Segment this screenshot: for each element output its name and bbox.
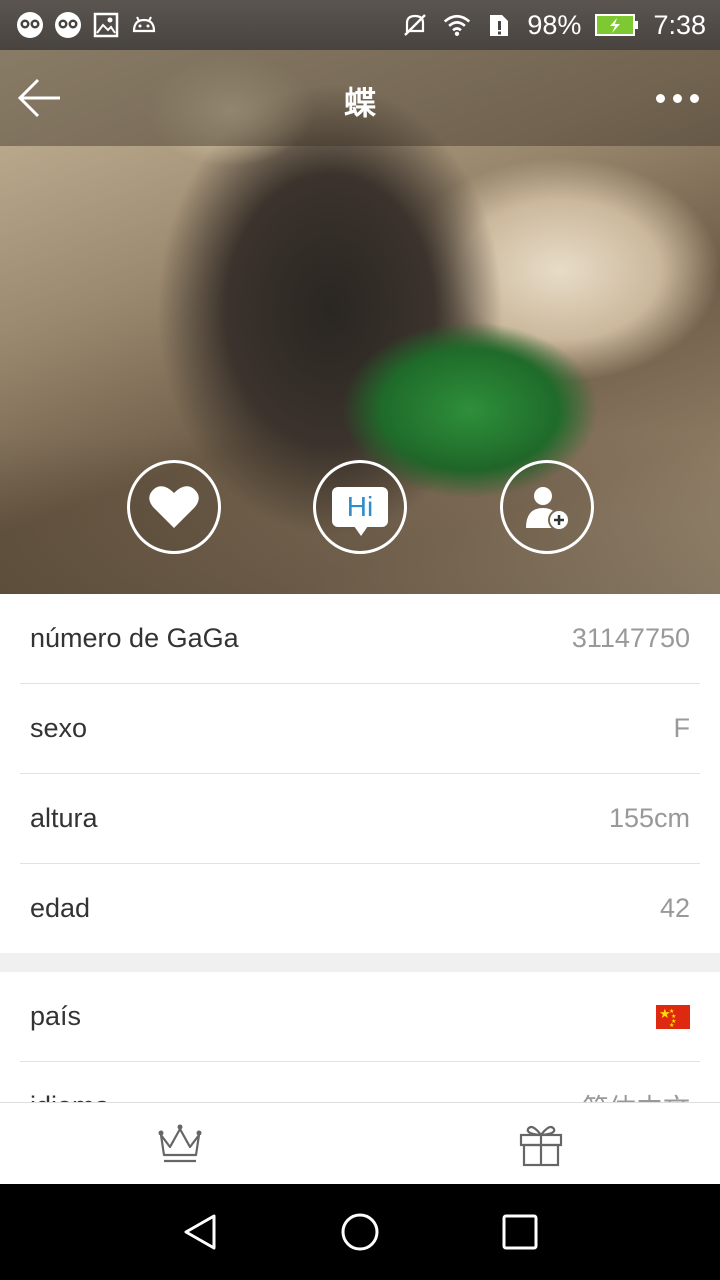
say-hi-button[interactable]: Hi [313, 460, 407, 554]
row-value: F [673, 713, 691, 743]
android-icon [130, 11, 158, 39]
owl-icon [54, 11, 82, 39]
info-row-sex: sexo F [20, 684, 700, 774]
hi-bubble: Hi [332, 487, 388, 536]
profile-info-list: número de GaGa 31147750 sexo F altura 15… [0, 594, 720, 1151]
battery-percent: 98% [527, 9, 582, 40]
nav-home-button[interactable] [340, 1212, 380, 1252]
back-triangle-icon [184, 1214, 216, 1250]
owl-icon [16, 11, 44, 39]
more-dots-icon [673, 93, 682, 103]
row-label: país [30, 1001, 82, 1031]
crown-icon [158, 1124, 202, 1163]
bottom-tab-bar [0, 1102, 720, 1185]
add-friend-button[interactable] [500, 460, 594, 554]
row-label: edad [30, 893, 91, 923]
sim-alert-icon [485, 11, 513, 39]
section-divider [0, 953, 720, 972]
home-circle-icon [341, 1213, 379, 1251]
info-row-age: edad 42 [20, 864, 700, 953]
nav-back-button[interactable] [180, 1212, 220, 1252]
heart-icon [149, 486, 199, 528]
recents-square-icon [502, 1214, 538, 1250]
row-label: sexo [30, 713, 88, 743]
page-title: 蝶 [343, 85, 376, 121]
top-bar: 蝶 [0, 50, 720, 146]
info-row-country: país ★ ★ ★ ★ ★ [20, 972, 700, 1062]
battery-charging-icon [595, 11, 639, 39]
add-user-icon [526, 487, 570, 531]
more-dots-icon [690, 93, 699, 103]
wifi-icon [443, 11, 471, 39]
action-buttons: Hi [0, 460, 720, 554]
china-flag-icon: ★ ★ ★ ★ ★ [656, 1004, 690, 1029]
mute-icon [401, 11, 429, 39]
row-value: 155cm [608, 803, 690, 833]
nav-recents-button[interactable] [500, 1212, 540, 1252]
image-icon [92, 11, 120, 39]
vip-tab[interactable] [155, 1119, 205, 1169]
like-button[interactable] [127, 460, 221, 554]
gift-icon [519, 1125, 563, 1167]
more-dots-icon [656, 93, 665, 103]
info-row-height: altura 155cm [20, 774, 700, 864]
hi-label: Hi [346, 491, 374, 522]
gift-tab[interactable] [516, 1119, 566, 1169]
status-bar: 98% 7:38 [0, 0, 720, 50]
info-row-gaga-number: número de GaGa 31147750 [20, 594, 700, 684]
more-options-button[interactable] [656, 88, 702, 108]
clock: 7:38 [653, 9, 706, 40]
row-value: 31147750 [571, 623, 690, 653]
row-label: número de GaGa [30, 623, 239, 653]
row-label: altura [30, 803, 98, 833]
system-nav-bar [0, 1184, 720, 1280]
row-value: 42 [659, 893, 690, 923]
